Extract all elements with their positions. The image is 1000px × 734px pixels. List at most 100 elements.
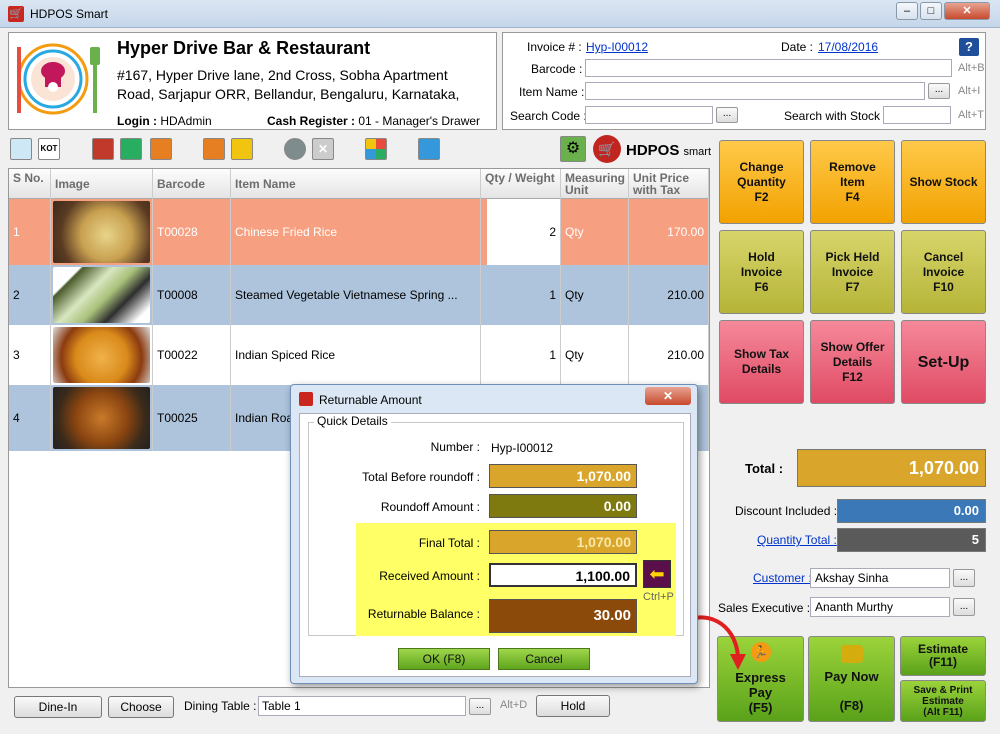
customer-input[interactable]: Akshay Sinha — [810, 568, 950, 588]
number-value: Hyp-I00012 — [491, 441, 554, 455]
cell-sno: 2 — [9, 265, 51, 325]
date-link[interactable]: 17/08/2016 — [818, 40, 878, 54]
search-stock-hint: Alt+T — [958, 109, 984, 121]
toolbar-report-icon[interactable] — [92, 138, 114, 160]
table-header: S No. Image Barcode Item Name Qty / Weig… — [9, 169, 709, 199]
dialog-close-button[interactable]: ✕ — [645, 387, 691, 405]
cell-barcode: T00025 — [153, 385, 231, 451]
pay-now-button[interactable]: Pay Now (F8) — [808, 636, 895, 722]
col-header-image: Image — [51, 169, 153, 199]
button-label: Details — [832, 354, 873, 369]
cell-unit: Qty — [561, 265, 629, 325]
item-name-hint: Alt+I — [958, 85, 981, 97]
button-label: Invoice — [922, 264, 965, 279]
button-label: (F11) — [928, 655, 957, 669]
pick-held-invoice-button[interactable]: Pick Held Invoice F7 — [810, 230, 895, 314]
col-header-unit: Measuring Unit — [561, 169, 629, 199]
table-row[interactable]: 3 T00022 Indian Spiced Rice 1 Qty 210.00 — [9, 325, 709, 385]
help-icon[interactable]: ? — [959, 38, 979, 56]
minimize-button[interactable]: – — [896, 2, 918, 20]
final-total-value: 1,070.00 — [489, 530, 637, 554]
customer-link[interactable]: Customer : — [753, 571, 812, 585]
choose-button[interactable]: Choose — [108, 696, 174, 718]
received-amount-input[interactable]: 1,100.00 — [489, 563, 637, 587]
change-quantity-button[interactable]: Change Quantity F2 — [719, 140, 804, 224]
dining-table-browse-button[interactable]: ... — [469, 698, 491, 715]
cell-price: 170.00 — [629, 199, 709, 265]
table-row[interactable]: 1 T00028 Chinese Fried Rice 2 Qty 170.00 — [9, 199, 709, 265]
settings-gear-icon[interactable]: ⚙ — [560, 136, 586, 162]
item-name-input[interactable] — [585, 82, 925, 100]
cell-image — [51, 385, 153, 451]
toolbar-notes-icon[interactable] — [231, 138, 253, 160]
remove-item-button[interactable]: Remove Item F4 — [810, 140, 895, 224]
col-header-sno: S No. — [9, 169, 51, 199]
show-offer-details-button[interactable]: Show Offer Details F12 — [810, 320, 895, 404]
dining-table-input[interactable]: Table 1 — [258, 696, 466, 716]
hold-invoice-button[interactable]: Hold Invoice F6 — [719, 230, 804, 314]
search-code-browse-button[interactable]: ... — [716, 107, 738, 123]
total-before-roundoff-label: Total Before roundoff : — [362, 470, 480, 484]
button-label: Show Offer — [820, 339, 885, 354]
button-label: Details — [741, 362, 782, 376]
sales-executive-input[interactable]: Ananth Murthy — [810, 597, 950, 617]
save-print-estimate-button[interactable]: Save & Print Estimate (Alt F11) — [900, 680, 986, 722]
toolbar-export-icon[interactable] — [150, 138, 172, 160]
app-cart-icon: 🛒 — [8, 6, 24, 22]
running-man-icon: 🏃 — [750, 642, 771, 662]
cell-qty[interactable]: 1 — [481, 265, 561, 325]
sales-executive-browse-button[interactable]: ... — [953, 598, 975, 616]
cell-barcode: T00022 — [153, 325, 231, 385]
returnable-balance-value: 30.00 — [489, 599, 637, 633]
cell-qty[interactable]: 2 — [487, 199, 561, 265]
returnable-amount-dialog: Returnable Amount ✕ Quick Details Number… — [290, 384, 698, 684]
maximize-button[interactable]: □ — [920, 2, 942, 20]
barcode-input[interactable] — [585, 59, 952, 77]
fill-received-arrow-button[interactable]: ⬅ — [643, 560, 671, 588]
search-code-input[interactable] — [585, 106, 713, 124]
show-tax-details-button[interactable]: Show Tax Details — [719, 320, 804, 404]
estimate-button[interactable]: Estimate (F11) — [900, 636, 986, 676]
address-line-1: #167, Hyper Drive lane, 2nd Cross, Sobha… — [117, 67, 448, 83]
item-name-browse-button[interactable]: ... — [928, 83, 950, 99]
roundoff-amount-label: Roundoff Amount : — [380, 500, 480, 514]
button-label: Pick Held — [825, 249, 880, 264]
toolbar-edit-icon[interactable] — [203, 138, 225, 160]
cash-icon — [840, 645, 863, 663]
dine-in-button[interactable]: Dine-In — [14, 696, 102, 718]
cancel-invoice-button[interactable]: Cancel Invoice F10 — [901, 230, 986, 314]
search-stock-input[interactable] — [883, 106, 951, 124]
address-line-2: Road, Sarjapur ORR, Bellandur, Bengaluru… — [117, 86, 460, 102]
toolbar-user-icon[interactable] — [418, 138, 440, 160]
toolbar-coins-icon[interactable] — [284, 138, 306, 160]
setup-button[interactable]: Set-Up — [901, 320, 986, 404]
toolbar-kot-icon[interactable]: KOT — [38, 138, 60, 160]
cell-qty[interactable]: 1 — [481, 325, 561, 385]
button-label: Show Tax — [733, 347, 790, 361]
cell-barcode: T00028 — [153, 199, 231, 265]
customer-browse-button[interactable]: ... — [953, 569, 975, 587]
ok-button[interactable]: OK (F8) — [398, 648, 490, 670]
toolbar-apps-icon[interactable] — [365, 138, 387, 160]
cash-register-label: Cash Register : — [267, 114, 356, 128]
toolbar-refresh-icon[interactable] — [120, 138, 142, 160]
button-label: Invoice — [740, 264, 783, 279]
barcode-label: Barcode : — [531, 62, 583, 76]
invoice-panel: Invoice # : Hyp-I00012 Date : 17/08/2016… — [502, 32, 986, 130]
close-button[interactable]: ✕ — [944, 2, 990, 20]
button-label: F6 — [754, 279, 769, 294]
toolbar-cancel-icon[interactable]: ✕ — [312, 138, 334, 160]
show-stock-button[interactable]: Show Stock — [901, 140, 986, 224]
invoice-number-link[interactable]: Hyp-I00012 — [586, 40, 648, 54]
hold-button[interactable]: Hold — [536, 695, 610, 717]
number-label: Number : — [430, 440, 480, 454]
toolbar-view-icon[interactable] — [10, 138, 32, 160]
table-row[interactable]: 2 T00008 Steamed Vegetable Vietnamese Sp… — [9, 265, 709, 325]
restaurant-logo — [17, 43, 100, 115]
cell-item-name: Indian Spiced Rice — [231, 325, 481, 385]
cancel-button[interactable]: Cancel — [498, 648, 590, 670]
store-header: Hyper Drive Bar & Restaurant #167, Hyper… — [8, 32, 497, 130]
title-bar: 🛒 HDPOS Smart – □ ✕ — [0, 0, 1000, 28]
item-name-label: Item Name : — [519, 85, 585, 99]
quantity-total-link[interactable]: Quantity Total : — [757, 533, 837, 547]
